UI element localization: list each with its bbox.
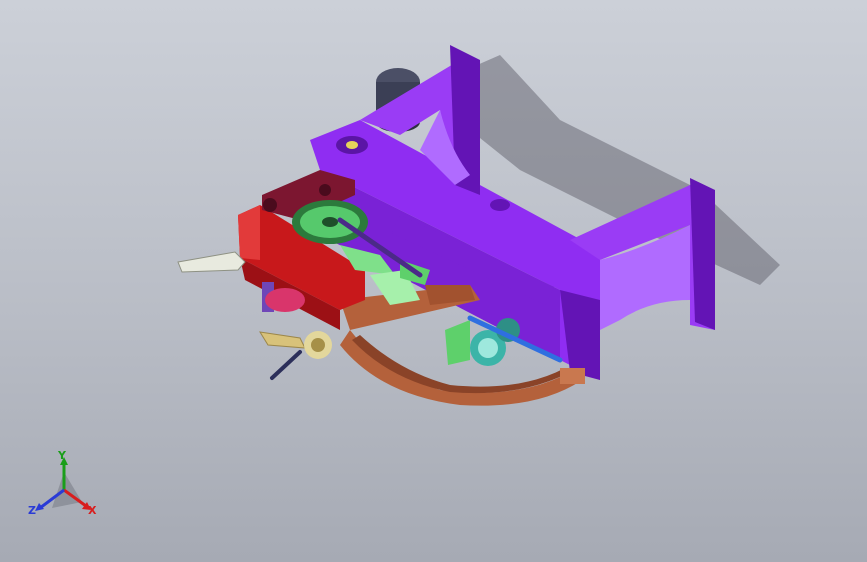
z-axis-label: Z	[28, 504, 36, 517]
3d-assembly-model[interactable]	[0, 0, 867, 562]
white-lever	[177, 251, 246, 273]
y-axis-label: Y	[58, 449, 66, 462]
pink-pulley	[265, 288, 305, 312]
x-axis-label: X	[88, 504, 97, 517]
graphics-viewport[interactable]: Y X Z	[0, 0, 867, 562]
brass-knob	[259, 331, 332, 380]
coordinate-triad: Y X Z	[22, 448, 112, 528]
